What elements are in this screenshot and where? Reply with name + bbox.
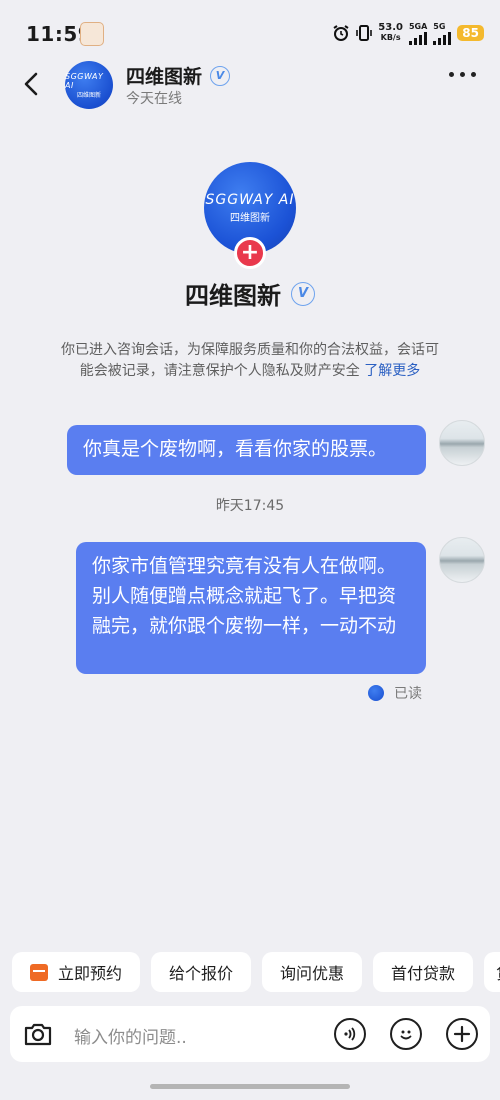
- plus-icon: [453, 1025, 471, 1043]
- user-avatar[interactable]: [439, 537, 485, 583]
- quick-replies: 立即预约 给个报价 询问优惠 首付贷款 贷: [12, 952, 500, 992]
- quick-reply-label: 立即预约: [58, 964, 123, 983]
- camera-button[interactable]: [22, 1018, 54, 1050]
- back-button[interactable]: [18, 64, 48, 104]
- quick-reply-label: 贷: [496, 960, 500, 984]
- profile-name: 四维图新 V: [0, 276, 500, 311]
- voice-button[interactable]: [334, 1018, 366, 1050]
- reader-avatar-icon: [368, 685, 384, 701]
- quick-reply-loan[interactable]: 首付贷款: [373, 952, 474, 992]
- back-arrow-icon: [24, 72, 38, 96]
- verified-icon: V: [210, 65, 231, 86]
- status-bar: 11:59 53.0 KB/s 5GA 5G 85: [0, 0, 500, 64]
- network-label-1: 5GA: [408, 21, 428, 31]
- quick-reply-label: 询问优惠: [280, 964, 345, 983]
- follow-add-button[interactable]: +: [234, 237, 266, 269]
- more-icon: [449, 72, 454, 77]
- network-label-2: 5G: [433, 21, 446, 31]
- signal-bars-icon: [433, 31, 452, 45]
- add-icon: +: [240, 240, 260, 265]
- voice-icon: [344, 1027, 356, 1041]
- learn-more-link[interactable]: 了解更多: [364, 363, 420, 379]
- more-button[interactable]: [449, 72, 476, 77]
- quick-reply-more[interactable]: 贷: [484, 952, 500, 992]
- net-speed-value: 53.0: [378, 22, 403, 33]
- message-timestamp: 昨天17:45: [215, 498, 285, 514]
- privacy-notice: 你已进入咨询会话，为保障服务质量和你的合法权益，会话可能会被记录，请注意保护个人…: [60, 340, 440, 382]
- online-status: 今天在线: [126, 91, 182, 107]
- quick-reply-label: 给个报价: [169, 964, 234, 983]
- profile-logo-sub: 四维图新: [230, 213, 270, 224]
- vibrate-icon: [356, 25, 373, 41]
- net-speed-unit: KB/s: [380, 33, 401, 42]
- profile-logo-text: SGGWAY AI: [205, 192, 295, 208]
- message-input[interactable]: 输入你的问题..: [74, 1023, 187, 1048]
- signal-5g: 5G: [433, 21, 452, 45]
- net-speed: 53.0 KB/s: [378, 23, 403, 43]
- quick-reply-quote[interactable]: 给个报价: [151, 952, 252, 992]
- quick-reply-appointment[interactable]: 立即预约: [12, 952, 141, 992]
- camera-icon: [24, 1023, 52, 1046]
- status-indicators: 53.0 KB/s 5GA 5G 85: [332, 21, 484, 45]
- alarm-icon: [333, 25, 349, 41]
- profile-name-text: 四维图新: [185, 282, 281, 310]
- header-avatar[interactable]: SGGWAY AI 四维图新: [65, 61, 113, 109]
- message-bubble[interactable]: 你家市值管理究竟有没有人在做啊。别人随便蹭点概念就起飞了。早把资融完，就你跟个废…: [76, 542, 426, 674]
- notification-icon: [80, 22, 104, 46]
- message-bubble[interactable]: 你真是个废物啊，看看你家的股票。: [67, 425, 426, 475]
- quick-reply-label: 首付贷款: [391, 964, 456, 983]
- read-status: 已读: [394, 686, 422, 702]
- home-indicator[interactable]: [150, 1084, 350, 1089]
- plus-button[interactable]: [446, 1018, 478, 1050]
- contact-name: 四维图新: [126, 66, 203, 88]
- verified-icon: V: [291, 281, 315, 306]
- signal-5ga: 5GA: [408, 21, 428, 45]
- header-title[interactable]: 四维图新 V: [126, 62, 231, 89]
- avatar-logo-text: SGGWAY AI: [65, 71, 104, 90]
- user-avatar[interactable]: [439, 420, 485, 466]
- signal-bars-icon: [408, 31, 427, 45]
- read-receipt: 已读: [368, 683, 422, 703]
- emoji-icon: [400, 1030, 412, 1040]
- avatar-logo-sub: 四维图新: [76, 91, 101, 99]
- battery-indicator: 85: [457, 25, 484, 41]
- calendar-icon: [30, 963, 48, 981]
- quick-reply-discount[interactable]: 询问优惠: [262, 952, 363, 992]
- emoji-button[interactable]: [390, 1018, 422, 1050]
